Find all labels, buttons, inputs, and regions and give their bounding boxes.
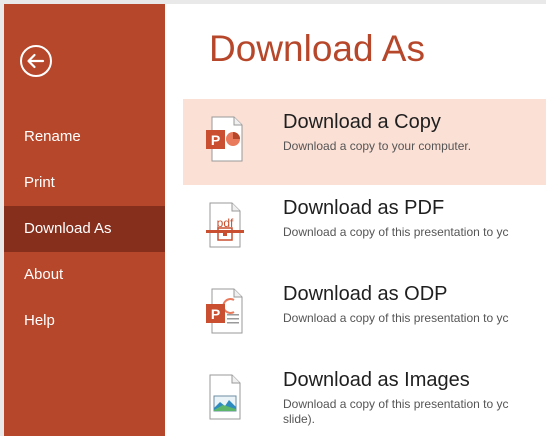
pdf-file-icon: pdf (203, 200, 247, 250)
sidebar-item-about[interactable]: About (4, 252, 165, 298)
option-title: Download as Images (283, 369, 470, 391)
sidebar-item-print[interactable]: Print (4, 160, 165, 206)
main-panel: Download As P Download a Copy Download a… (165, 4, 546, 436)
page-title: Download As (209, 28, 425, 69)
option-description-line-1: Download a copy of this presentation to … (283, 397, 509, 411)
back-arrow-circle-icon (20, 45, 52, 77)
powerpoint-file-icon: P (203, 114, 247, 164)
svg-text:P: P (211, 306, 220, 322)
download-copy-option[interactable]: P Download a Copy Download a copy to you… (183, 99, 546, 185)
option-title: Download as ODP (283, 283, 448, 305)
sidebar-item-download-as[interactable]: Download As (4, 206, 165, 252)
sidebar-item-help[interactable]: Help (4, 298, 165, 344)
image-file-icon (203, 372, 247, 422)
option-title: Download as PDF (283, 197, 445, 219)
download-odp-option[interactable]: P Download as ODP Download a copy of thi… (183, 271, 546, 357)
download-images-option[interactable]: Download as Images Download a copy of th… (183, 357, 546, 436)
option-description: Download a copy of this presentation to … (283, 397, 545, 427)
option-description: Download a copy of this presentation to … (283, 225, 509, 239)
sidebar: Rename Print Download As About Help (4, 4, 165, 436)
option-title: Download a Copy (283, 111, 441, 133)
odp-file-icon: P (203, 286, 247, 336)
option-description-line-2: slide). (283, 412, 316, 426)
option-description: Download a copy of this presentation to … (283, 311, 509, 325)
sidebar-item-rename[interactable]: Rename (4, 114, 165, 160)
download-pdf-option[interactable]: pdf Download as PDF Download a copy of t… (183, 185, 546, 271)
option-description: Download a copy to your computer. (283, 139, 472, 153)
back-button[interactable] (19, 44, 53, 78)
svg-text:P: P (211, 132, 220, 148)
